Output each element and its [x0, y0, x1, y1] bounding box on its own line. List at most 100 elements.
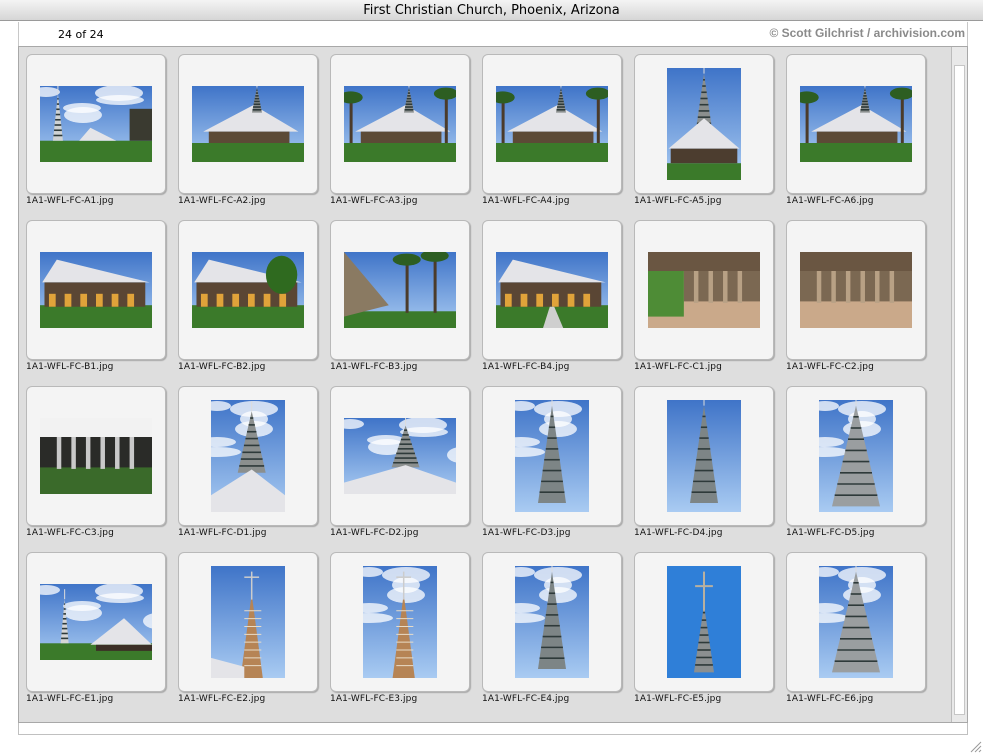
slide-thumbnail[interactable]: 1A1-WFL-FC-C1.jpg: [634, 220, 774, 380]
thumbnail-image[interactable]: [667, 566, 741, 678]
slide-filename: 1A1-WFL-FC-D3.jpg: [482, 528, 571, 538]
slide-thumbnail[interactable]: 1A1-WFL-FC-A6.jpg: [786, 54, 926, 214]
window-title: First Christian Church, Phoenix, Arizona: [363, 3, 620, 18]
slide-filename: 1A1-WFL-FC-E2.jpg: [178, 694, 266, 704]
slide-filename: 1A1-WFL-FC-A5.jpg: [634, 196, 722, 206]
slide-mount[interactable]: [178, 386, 318, 526]
slide-mount[interactable]: [330, 54, 470, 194]
slide-mount[interactable]: [786, 386, 926, 526]
slide-mount[interactable]: [634, 386, 774, 526]
slide-mount[interactable]: [26, 220, 166, 360]
thumbnail-image[interactable]: [211, 400, 285, 512]
slide-filename: 1A1-WFL-FC-D4.jpg: [634, 528, 723, 538]
slide-mount[interactable]: [482, 220, 622, 360]
slide-mount[interactable]: [26, 54, 166, 194]
slide-filename: 1A1-WFL-FC-E4.jpg: [482, 694, 570, 704]
slide-filename: 1A1-WFL-FC-A6.jpg: [786, 196, 874, 206]
thumbnail-image[interactable]: [344, 418, 456, 494]
slide-thumbnail[interactable]: 1A1-WFL-FC-B3.jpg: [330, 220, 470, 380]
thumbnail-image[interactable]: [819, 400, 893, 512]
thumbnail-image[interactable]: [40, 584, 152, 660]
slide-mount[interactable]: [178, 220, 318, 360]
vertical-scrollbar[interactable]: [951, 47, 967, 722]
slide-mount[interactable]: [634, 54, 774, 194]
slide-mount[interactable]: [482, 54, 622, 194]
slide-thumbnail[interactable]: 1A1-WFL-FC-A5.jpg: [634, 54, 774, 214]
slide-filename: 1A1-WFL-FC-B4.jpg: [482, 362, 570, 372]
thumbnail-grid: 1A1-WFL-FC-A1.jpg 1A1-WFL-FC-A2.jpg 1A1-…: [19, 47, 949, 717]
slide-mount[interactable]: [26, 386, 166, 526]
thumbnail-image[interactable]: [344, 252, 456, 328]
slide-mount[interactable]: [178, 552, 318, 692]
thumbnail-image[interactable]: [800, 252, 912, 328]
slide-mount[interactable]: [482, 552, 622, 692]
slide-mount[interactable]: [330, 552, 470, 692]
slide-mount[interactable]: [330, 386, 470, 526]
slide-thumbnail[interactable]: 1A1-WFL-FC-E3.jpg: [330, 552, 470, 712]
window-title-bar[interactable]: First Christian Church, Phoenix, Arizona: [0, 0, 983, 21]
slide-mount[interactable]: [482, 386, 622, 526]
slide-mount[interactable]: [786, 54, 926, 194]
thumbnail-image[interactable]: [40, 418, 152, 494]
slide-filename: 1A1-WFL-FC-B1.jpg: [26, 362, 114, 372]
slide-thumbnail[interactable]: 1A1-WFL-FC-E4.jpg: [482, 552, 622, 712]
slide-thumbnail[interactable]: 1A1-WFL-FC-D2.jpg: [330, 386, 470, 546]
thumbnail-image[interactable]: [40, 86, 152, 162]
slide-mount[interactable]: [786, 220, 926, 360]
thumbnail-image[interactable]: [496, 86, 608, 162]
slide-thumbnail[interactable]: 1A1-WFL-FC-D3.jpg: [482, 386, 622, 546]
slide-thumbnail[interactable]: 1A1-WFL-FC-B2.jpg: [178, 220, 318, 380]
slide-filename: 1A1-WFL-FC-A3.jpg: [330, 196, 418, 206]
thumbnail-image[interactable]: [648, 252, 760, 328]
slide-filename: 1A1-WFL-FC-D5.jpg: [786, 528, 875, 538]
thumbnail-image[interactable]: [211, 566, 285, 678]
slide-mount[interactable]: [178, 54, 318, 194]
thumbnail-image[interactable]: [515, 400, 589, 512]
slide-mount[interactable]: [634, 552, 774, 692]
slide-filename: 1A1-WFL-FC-B3.jpg: [330, 362, 418, 372]
slide-thumbnail[interactable]: 1A1-WFL-FC-B4.jpg: [482, 220, 622, 380]
slide-thumbnail[interactable]: 1A1-WFL-FC-C3.jpg: [26, 386, 166, 546]
slide-filename: 1A1-WFL-FC-E1.jpg: [26, 694, 114, 704]
slide-thumbnail[interactable]: 1A1-WFL-FC-B1.jpg: [26, 220, 166, 380]
thumbnail-image[interactable]: [800, 86, 912, 162]
slide-mount[interactable]: [330, 220, 470, 360]
slide-thumbnail[interactable]: 1A1-WFL-FC-E5.jpg: [634, 552, 774, 712]
slide-thumbnail[interactable]: 1A1-WFL-FC-D1.jpg: [178, 386, 318, 546]
slide-thumbnail[interactable]: 1A1-WFL-FC-D5.jpg: [786, 386, 926, 546]
slide-thumbnail[interactable]: 1A1-WFL-FC-E2.jpg: [178, 552, 318, 712]
info-bar: 24 of 24 © Scott Gilchrist / archivision…: [18, 22, 968, 46]
slide-mount[interactable]: [786, 552, 926, 692]
thumbnail-image[interactable]: [667, 68, 741, 180]
slide-thumbnail[interactable]: 1A1-WFL-FC-E1.jpg: [26, 552, 166, 712]
slide-filename: 1A1-WFL-FC-C1.jpg: [634, 362, 722, 372]
slide-mount[interactable]: [26, 552, 166, 692]
slide-filename: 1A1-WFL-FC-D2.jpg: [330, 528, 419, 538]
slide-thumbnail[interactable]: 1A1-WFL-FC-A4.jpg: [482, 54, 622, 214]
slide-filename: 1A1-WFL-FC-B2.jpg: [178, 362, 266, 372]
scrollbar-thumb[interactable]: [954, 65, 965, 715]
status-bar: [18, 723, 968, 735]
thumbnail-browser: 1A1-WFL-FC-A1.jpg 1A1-WFL-FC-A2.jpg 1A1-…: [18, 46, 968, 723]
resize-grip-icon[interactable]: [968, 739, 982, 753]
slide-thumbnail[interactable]: 1A1-WFL-FC-A2.jpg: [178, 54, 318, 214]
slide-filename: 1A1-WFL-FC-C3.jpg: [26, 528, 114, 538]
slide-thumbnail[interactable]: 1A1-WFL-FC-E6.jpg: [786, 552, 926, 712]
image-count: 24 of 24: [58, 28, 104, 41]
thumbnail-image[interactable]: [192, 86, 304, 162]
slide-thumbnail[interactable]: 1A1-WFL-FC-A3.jpg: [330, 54, 470, 214]
thumbnail-image[interactable]: [496, 252, 608, 328]
slide-mount[interactable]: [634, 220, 774, 360]
slide-thumbnail[interactable]: 1A1-WFL-FC-D4.jpg: [634, 386, 774, 546]
slide-thumbnail[interactable]: 1A1-WFL-FC-A1.jpg: [26, 54, 166, 214]
slide-filename: 1A1-WFL-FC-A2.jpg: [178, 196, 266, 206]
thumbnail-image[interactable]: [515, 566, 589, 678]
thumbnail-image[interactable]: [819, 566, 893, 678]
thumbnail-image[interactable]: [192, 252, 304, 328]
thumbnail-image[interactable]: [40, 252, 152, 328]
thumbnail-image[interactable]: [344, 86, 456, 162]
slide-filename: 1A1-WFL-FC-A1.jpg: [26, 196, 114, 206]
thumbnail-image[interactable]: [363, 566, 437, 678]
slide-thumbnail[interactable]: 1A1-WFL-FC-C2.jpg: [786, 220, 926, 380]
thumbnail-image[interactable]: [667, 400, 741, 512]
